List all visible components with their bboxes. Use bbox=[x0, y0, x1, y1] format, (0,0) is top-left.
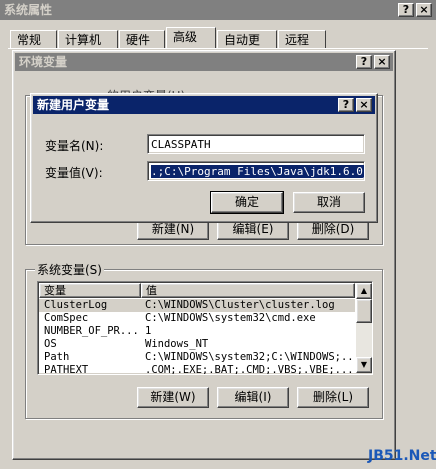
column-header-value[interactable]: 值 bbox=[141, 283, 355, 298]
table-row[interactable]: Path C:\WINDOWS\system32;C:\WINDOWS;... bbox=[39, 351, 355, 364]
column-header-value-label: 值 bbox=[146, 284, 157, 297]
scroll-up-arrow-icon[interactable]: ▲ bbox=[356, 283, 372, 299]
var-name-value: CLASSPATH bbox=[151, 138, 211, 151]
table-row[interactable]: NUMBER_OF_PR... 1 bbox=[39, 325, 355, 338]
column-header-name[interactable]: 变量 bbox=[39, 283, 141, 298]
table-row[interactable]: ClusterLog C:\WINDOWS\Cluster\cluster.lo… bbox=[39, 299, 355, 312]
env-help-button[interactable]: ? bbox=[356, 55, 372, 69]
env-close-button[interactable]: × bbox=[374, 55, 390, 69]
system-vars-list[interactable]: 变量 值 ClusterLog C:\WINDOWS\Cluster\clust… bbox=[37, 281, 373, 375]
row-value: C:\WINDOWS\system32\cmd.exe bbox=[145, 312, 316, 324]
main-title: 系统属性 bbox=[4, 3, 53, 17]
dialog-cancel-button[interactable]: 取消 bbox=[293, 192, 365, 213]
row-name: NUMBER_OF_PR... bbox=[44, 325, 139, 337]
sys-edit-button[interactable]: 编辑(I) bbox=[217, 387, 289, 408]
system-vars-label: 系统变量(S) bbox=[35, 261, 104, 278]
row-value: 1 bbox=[145, 325, 152, 337]
scroll-thumb[interactable] bbox=[356, 299, 372, 323]
tab-computer-name[interactable]: 计算机名 bbox=[58, 30, 118, 65]
tab-remote[interactable]: 远程 bbox=[278, 30, 326, 49]
new-user-variable-dialog: 新建用户变量 ? × 变量名(N): CLASSPATH 变量值(V): .;C… bbox=[30, 93, 378, 223]
table-row[interactable]: ComSpec C:\WINDOWS\system32\cmd.exe bbox=[39, 312, 355, 325]
row-value: Windows_NT bbox=[145, 338, 209, 350]
row-value: .COM;.EXE;.BAT;.CMD;.VBS;.VBE;... bbox=[145, 364, 354, 375]
var-value-label: 变量值(V): bbox=[45, 166, 103, 180]
row-value: C:\WINDOWS\system32;C:\WINDOWS;... bbox=[145, 351, 355, 363]
var-name-label: 变量名(N): bbox=[45, 139, 104, 153]
dialog-close-button[interactable]: × bbox=[356, 98, 372, 112]
row-value: C:\WINDOWS\Cluster\cluster.log bbox=[145, 299, 335, 311]
tab-auto-update[interactable]: 自动更新 bbox=[217, 30, 277, 65]
dialog-ok-button[interactable]: 确定 bbox=[210, 191, 284, 214]
main-help-button[interactable]: ? bbox=[398, 3, 414, 17]
watermark: JB51.Net bbox=[368, 448, 436, 464]
row-name: Path bbox=[44, 351, 70, 363]
row-name: ComSpec bbox=[44, 312, 89, 324]
tab-advanced[interactable]: 高级 bbox=[166, 27, 216, 49]
tab-general[interactable]: 常规 bbox=[10, 30, 57, 49]
dialog-titlebar: 新建用户变量 bbox=[33, 96, 375, 114]
env-title: 环境变量 bbox=[19, 55, 68, 69]
main-titlebar: 系统属性 bbox=[0, 0, 436, 20]
main-close-button[interactable]: × bbox=[416, 3, 432, 17]
dialog-help-button[interactable]: ? bbox=[338, 98, 354, 112]
row-name: PATHEXT bbox=[44, 364, 89, 375]
row-name: ClusterLog bbox=[44, 299, 108, 311]
var-value-field[interactable]: .;C:\Program Files\Java\jdk1.6.0_34\li bbox=[147, 161, 365, 181]
tab-hardware[interactable]: 硬件 bbox=[119, 30, 165, 49]
var-value-text: .;C:\Program Files\Java\jdk1.6.0_34\li bbox=[151, 165, 364, 178]
tab-panel-border bbox=[8, 48, 428, 49]
env-titlebar: 环境变量 bbox=[15, 53, 393, 71]
var-name-field[interactable]: CLASSPATH bbox=[147, 134, 365, 154]
table-row[interactable]: OS Windows_NT bbox=[39, 338, 355, 351]
column-header-name-label: 变量 bbox=[44, 284, 66, 297]
row-name: OS bbox=[44, 338, 57, 350]
dialog-title: 新建用户变量 bbox=[37, 98, 110, 112]
scroll-down-arrow-icon[interactable]: ▼ bbox=[356, 357, 372, 373]
sys-new-button[interactable]: 新建(W) bbox=[137, 387, 209, 408]
table-row[interactable]: PATHEXT .COM;.EXE;.BAT;.CMD;.VBS;.VBE;..… bbox=[39, 364, 355, 375]
sys-delete-button[interactable]: 删除(L) bbox=[297, 387, 369, 408]
list-scrollbar[interactable]: ▲ ▼ bbox=[356, 283, 372, 373]
